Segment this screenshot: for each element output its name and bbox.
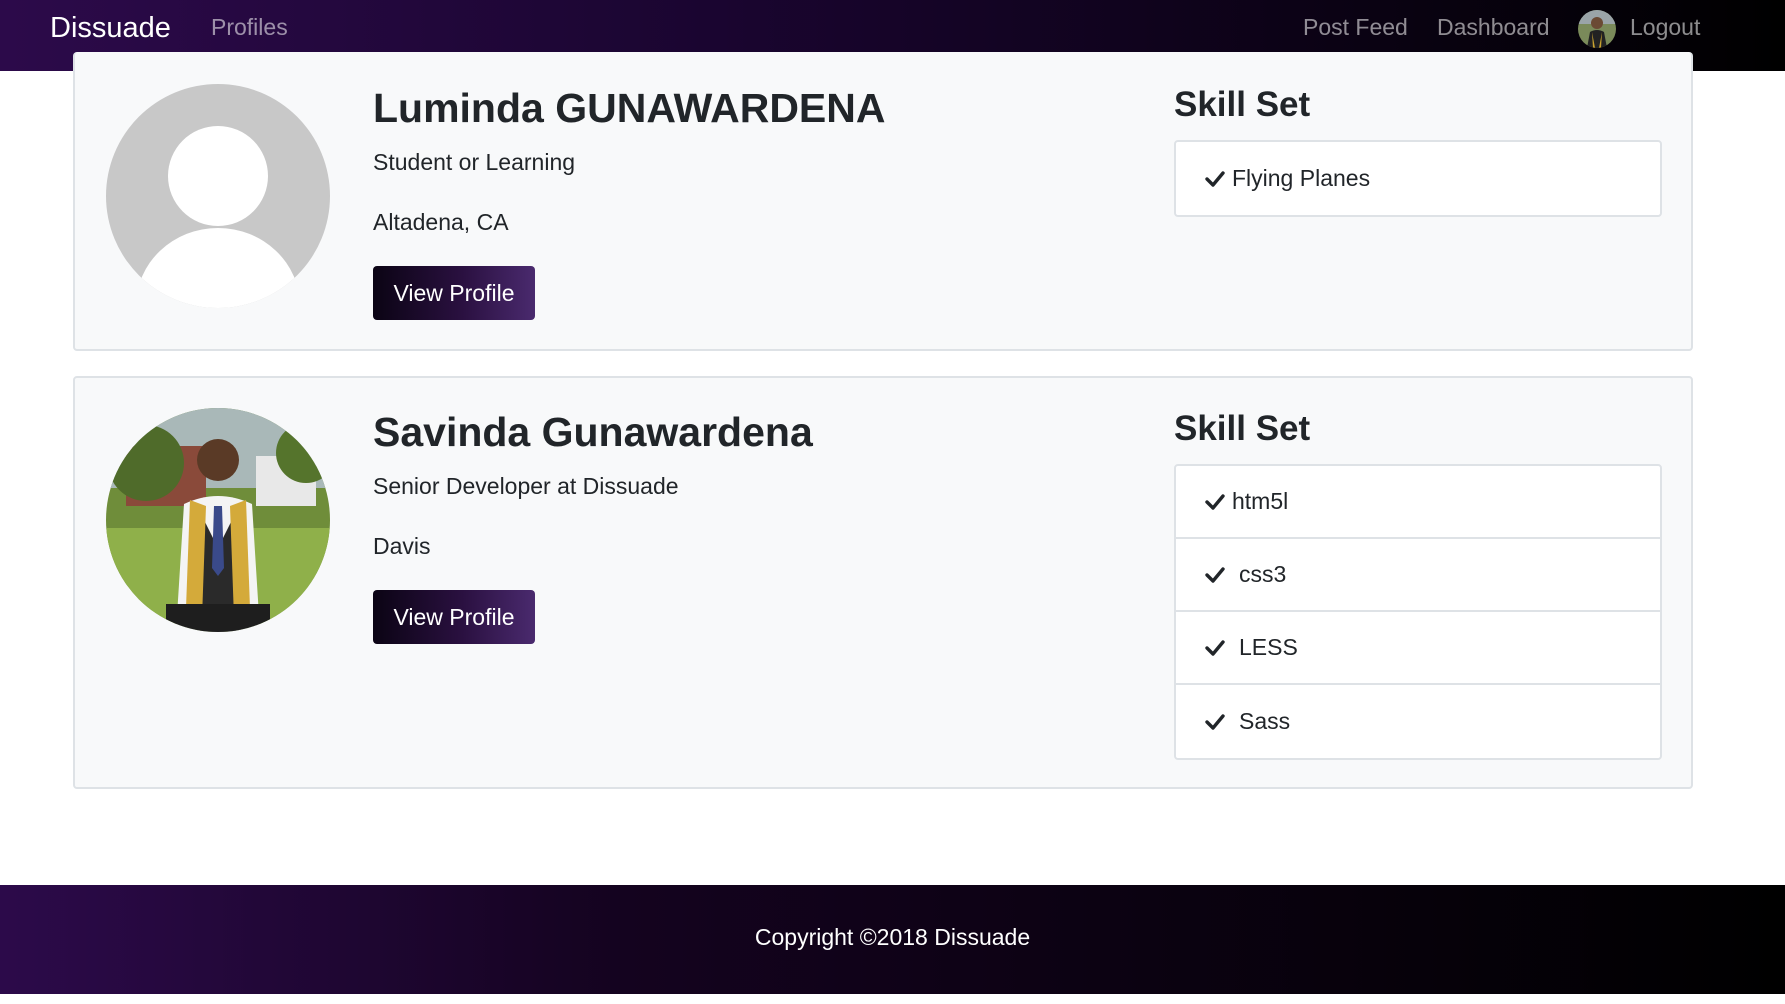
skill-item: Sass [1176,685,1660,758]
profile-name: Luminda GUNAWARDENA [373,85,886,131]
profile-name: Savinda Gunawardena [373,409,813,455]
profile-photo [106,408,330,632]
skill-label: Flying Planes [1232,165,1371,191]
skill-item: css3 [1176,539,1660,612]
user-avatar[interactable] [1578,10,1616,48]
skill-label: Sass [1239,708,1291,734]
person-silhouette-icon [106,84,330,308]
view-profile-button[interactable]: View Profile [373,590,535,644]
profile-avatar [106,408,330,632]
nav-link-dashboard[interactable]: Dashboard [1437,14,1550,41]
nav-link-logout[interactable]: Logout [1630,14,1700,41]
copyright-text: Copyright ©2018 Dissuade [754,924,1031,950]
skill-set-heading: Skill Set [1174,85,1311,124]
skill-label: htm5l [1232,488,1289,514]
view-profile-button[interactable]: View Profile [373,266,535,320]
skill-item: Flying Planes [1176,142,1660,215]
check-icon [1205,566,1225,583]
brand-logo-link[interactable]: Dissuade [50,12,171,45]
profile-card: Luminda GUNAWARDENA Student or Learning … [73,52,1693,351]
skill-label: LESS [1239,634,1298,660]
nav-link-profiles[interactable]: Profiles [211,14,288,41]
profile-location: Altadena, CA [373,209,509,235]
profile-avatar [106,84,330,308]
skill-list: Flying Planes [1174,140,1662,217]
check-icon [1205,713,1225,730]
skill-set-heading: Skill Set [1174,409,1311,448]
skill-label: css3 [1239,561,1287,587]
check-icon [1205,493,1225,510]
user-photo [1578,10,1616,48]
profile-status: Student or Learning [373,149,576,175]
check-icon [1205,639,1225,656]
profile-location: Davis [373,533,431,559]
profile-card: Savinda Gunawardena Senior Developer at … [73,376,1693,789]
page-footer: Copyright ©2018 Dissuade [0,885,1785,994]
check-icon [1205,170,1225,187]
skill-item: LESS [1176,612,1660,685]
profile-status: Senior Developer at Dissuade [373,473,679,499]
nav-link-post-feed[interactable]: Post Feed [1303,14,1408,41]
skill-list: htm5l css3 LESS Sass [1174,464,1662,760]
skill-item: htm5l [1176,466,1660,539]
